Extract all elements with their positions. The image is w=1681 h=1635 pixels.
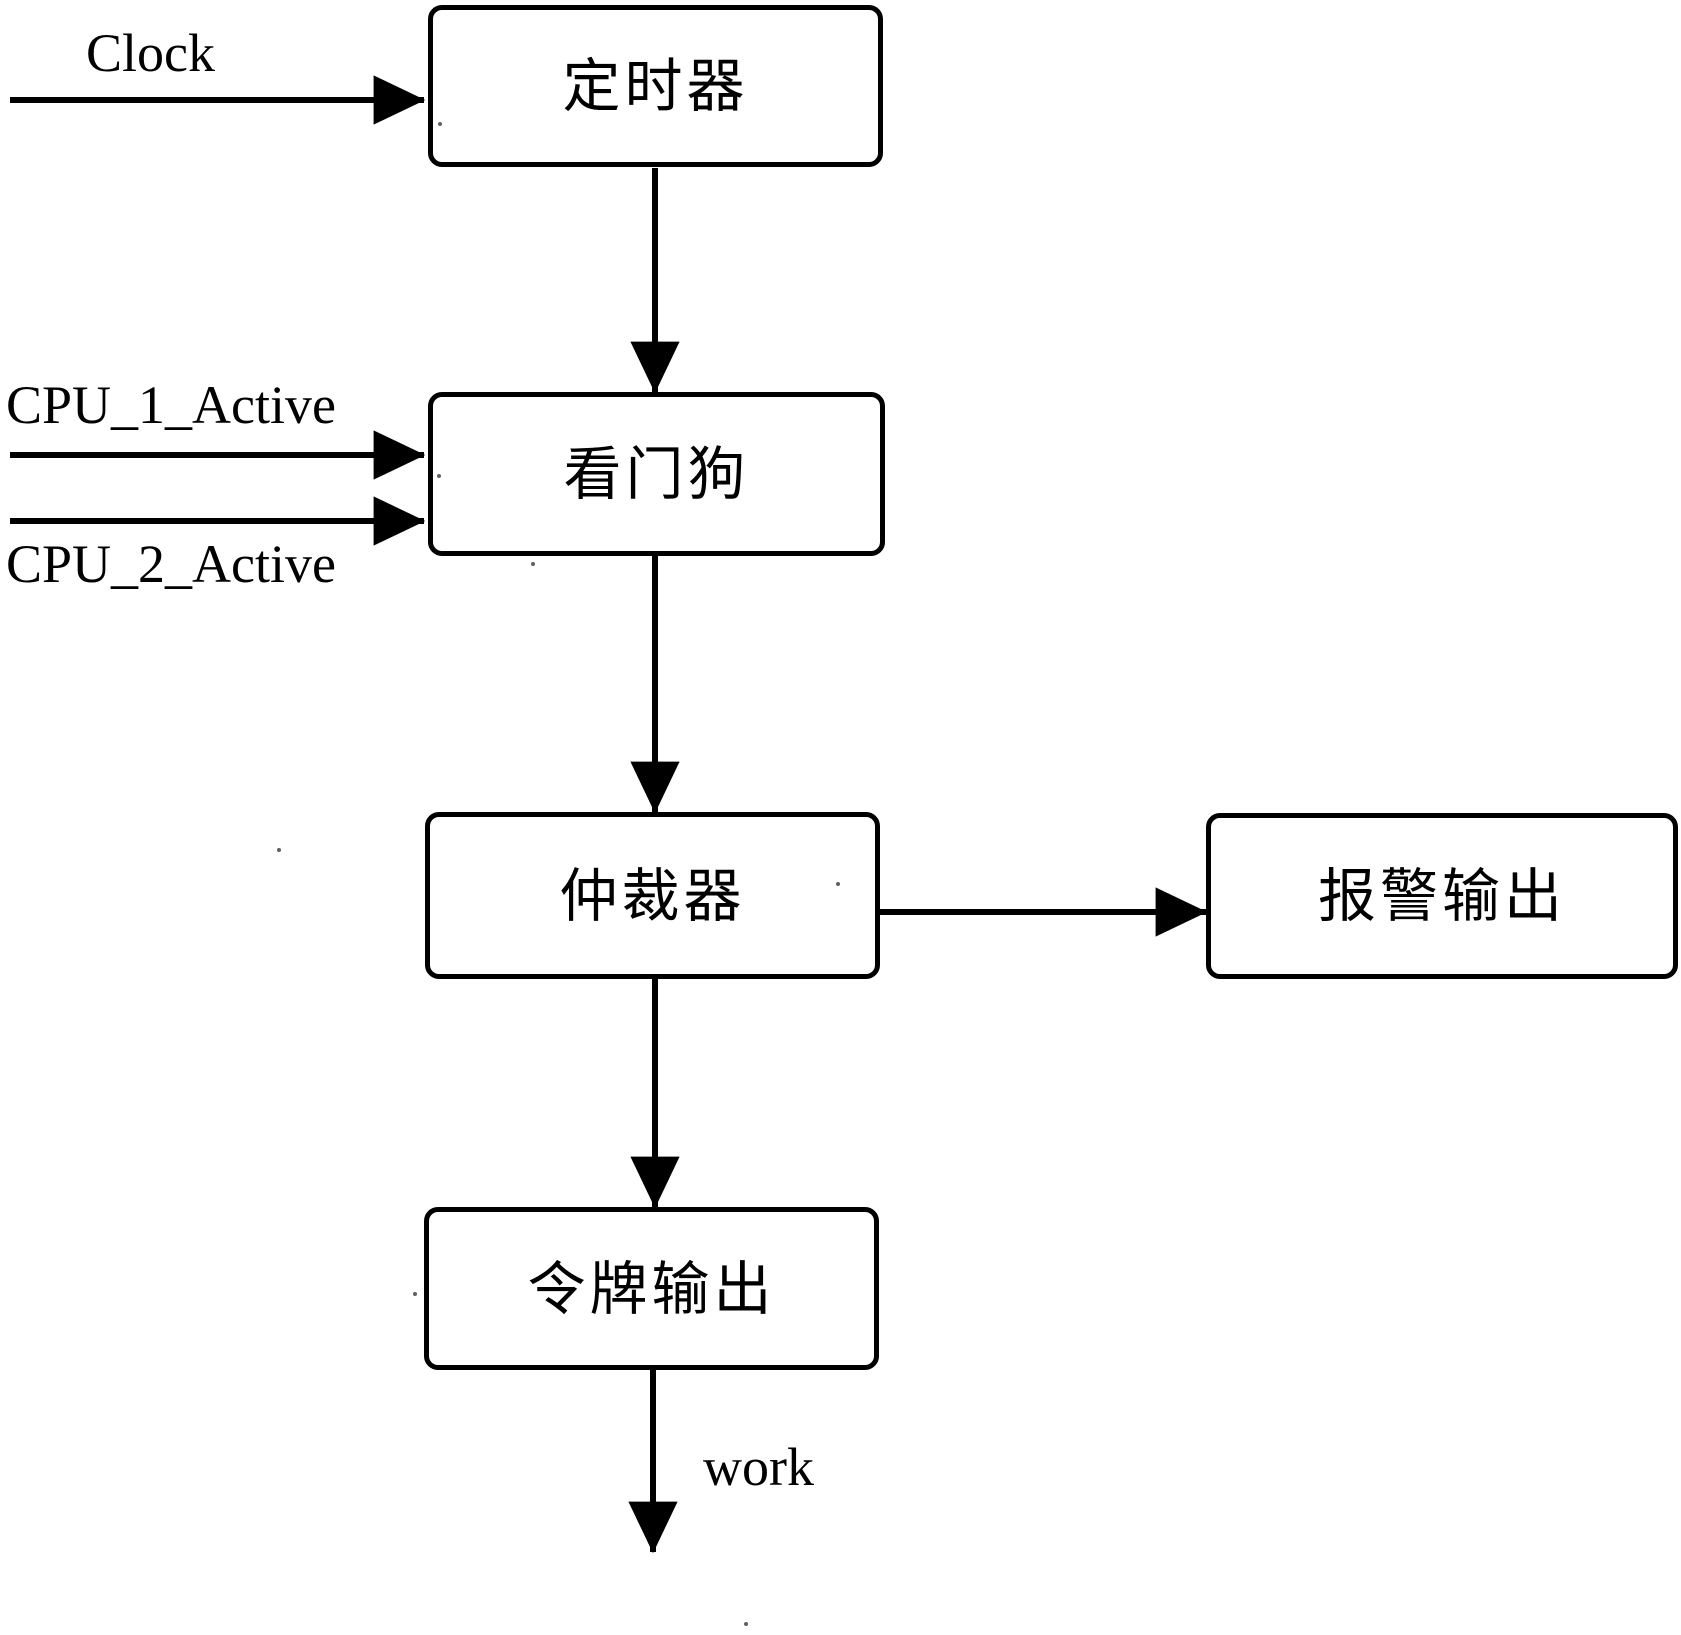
node-alarm-output-label: 报警输出: [1317, 862, 1566, 930]
node-arbiter-label: 仲裁器: [559, 861, 746, 930]
node-watchdog-label: 看门狗: [563, 440, 750, 508]
node-timer[interactable]: 定时器: [428, 5, 883, 167]
node-alarm-output[interactable]: 报警输出: [1206, 813, 1678, 979]
scan-speck: [438, 122, 442, 126]
scan-speck: [413, 1292, 417, 1296]
diagram-canvas: 定时器 看门狗 仲裁器 报警输出 令牌输出 Clock CPU_1_Active…: [0, 0, 1681, 1635]
node-token-output[interactable]: 令牌输出: [424, 1207, 879, 1370]
label-cpu1-active: CPU_1_Active: [6, 375, 336, 435]
label-clock: Clock: [86, 23, 215, 83]
scan-speck: [277, 848, 281, 852]
node-token-output-label: 令牌输出: [527, 1254, 776, 1323]
scan-speck: [744, 1622, 748, 1626]
node-arbiter[interactable]: 仲裁器: [425, 812, 880, 979]
scan-speck: [531, 562, 535, 566]
label-work: work: [703, 1437, 814, 1497]
node-watchdog[interactable]: 看门狗: [428, 392, 885, 556]
label-cpu2-active: CPU_2_Active: [6, 534, 336, 594]
node-timer-label: 定时器: [562, 52, 749, 120]
scan-speck: [437, 474, 441, 478]
scan-speck: [836, 882, 840, 886]
